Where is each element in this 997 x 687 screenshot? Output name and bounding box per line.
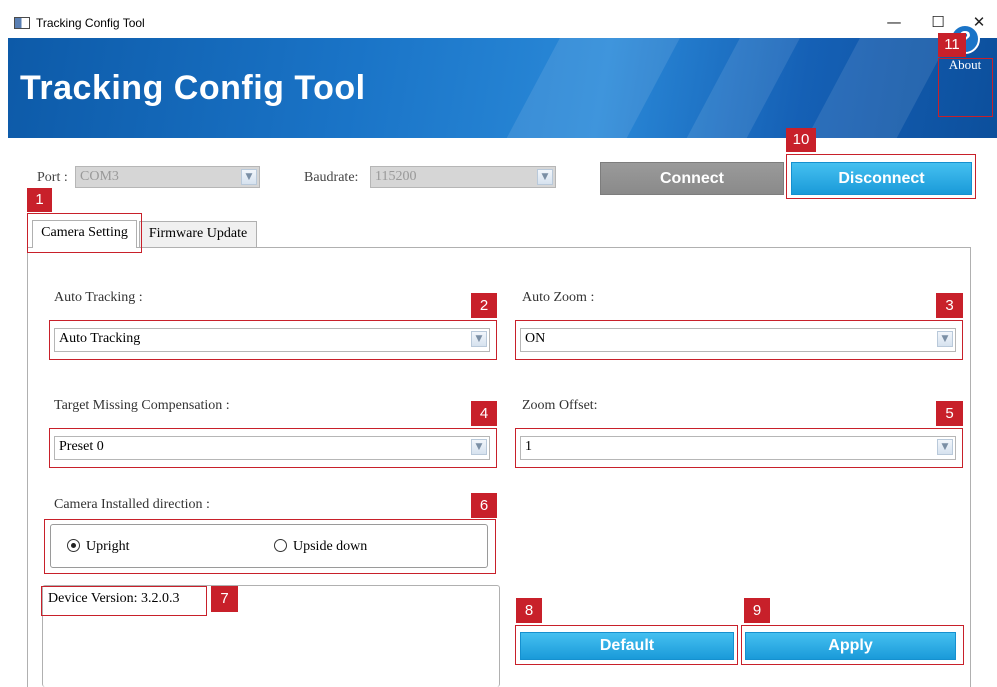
banner-decoration: [665, 38, 811, 138]
annotation-badge-4: 4: [471, 401, 497, 426]
port-value: COM3: [80, 169, 119, 184]
annotation-badge-9: 9: [744, 598, 770, 623]
annotation-box-8: [515, 625, 738, 665]
tab-firmware-update[interactable]: Firmware Update: [139, 221, 257, 247]
window-title: Tracking Config Tool: [36, 16, 145, 30]
banner-decoration: [485, 38, 691, 138]
port-select[interactable]: COM3 ▼: [75, 166, 260, 188]
app-title: Tracking Config Tool: [20, 69, 366, 107]
banner-decoration: [785, 38, 961, 138]
annotation-box-4: [49, 428, 497, 468]
auto-tracking-label: Auto Tracking :: [54, 290, 143, 305]
annotation-box-7: [41, 586, 207, 616]
header-banner: Tracking Config Tool: [8, 38, 997, 138]
annotation-box-10: [786, 154, 976, 199]
baudrate-label: Baudrate:: [304, 170, 359, 185]
annotation-badge-6: 6: [471, 493, 497, 518]
annotation-box-6: [44, 519, 496, 574]
auto-zoom-label: Auto Zoom :: [522, 290, 595, 305]
connect-button[interactable]: Connect: [600, 162, 784, 195]
port-label: Port :: [37, 170, 68, 185]
zoom-offset-label: Zoom Offset:: [522, 398, 598, 413]
annotation-box-11: [938, 58, 993, 117]
target-missing-label: Target Missing Compensation :: [54, 398, 230, 413]
annotation-badge-10: 10: [786, 128, 816, 152]
direction-label: Camera Installed direction :: [54, 497, 210, 512]
annotation-badge-8: 8: [516, 598, 542, 623]
annotation-box-2: [49, 320, 497, 360]
app-icon: [14, 17, 30, 29]
baudrate-select[interactable]: 115200 ▼: [370, 166, 556, 188]
baudrate-value: 115200: [375, 169, 417, 184]
app-window: Tracking Config Tool — ☐ ✕ Tracking Conf…: [0, 0, 997, 687]
annotation-badge-1: 1: [27, 188, 52, 212]
annotation-box-3: [515, 320, 963, 360]
chevron-down-icon: ▼: [537, 169, 553, 185]
annotation-badge-11: 11: [938, 33, 966, 57]
title-bar: Tracking Config Tool — ☐ ✕: [8, 8, 997, 40]
annotation-box-5: [515, 428, 963, 468]
annotation-badge-7: 7: [211, 586, 238, 612]
chevron-down-icon: ▼: [241, 169, 257, 185]
annotation-badge-3: 3: [936, 293, 963, 318]
annotation-box-1: [27, 213, 142, 253]
annotation-badge-2: 2: [471, 293, 497, 318]
minimize-button[interactable]: —: [876, 8, 912, 38]
annotation-box-9: [741, 625, 964, 665]
annotation-badge-5: 5: [936, 401, 963, 426]
